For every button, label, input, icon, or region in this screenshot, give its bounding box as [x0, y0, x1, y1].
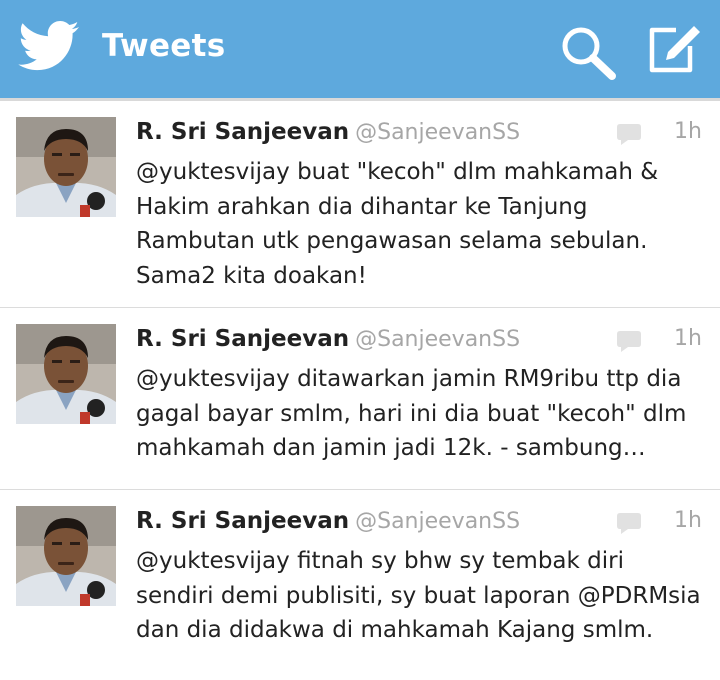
author-name[interactable]: R. Sri Sanjeevan — [136, 326, 349, 352]
tweet-timestamp: 1h — [674, 119, 702, 144]
author-handle[interactable]: @SanjeevanSS — [355, 509, 520, 534]
tweet-header: R. Sri Sanjeevan @SanjeevanSS 1h — [136, 326, 702, 360]
top-bar: Tweets — [0, 0, 720, 98]
author-handle[interactable]: @SanjeevanSS — [355, 327, 520, 352]
reply-icon[interactable] — [614, 330, 644, 354]
page-title: Tweets — [102, 28, 226, 64]
avatar[interactable] — [16, 117, 116, 217]
tweet-timestamp: 1h — [674, 508, 702, 533]
tweet-item[interactable]: R. Sri Sanjeevan @SanjeevanSS 1h @yuktesv… — [0, 308, 720, 490]
author-name[interactable]: R. Sri Sanjeevan — [136, 119, 349, 145]
tweet-item[interactable]: R. Sri Sanjeevan @SanjeevanSS 1h @yuktesv… — [0, 490, 720, 680]
tweet-item[interactable]: R. Sri Sanjeevan @SanjeevanSS 1h @yuktesv… — [0, 101, 720, 308]
search-icon[interactable] — [558, 24, 620, 80]
twitter-bird-icon — [18, 21, 79, 71]
avatar[interactable] — [16, 506, 116, 606]
tweet-header: R. Sri Sanjeevan @SanjeevanSS 1h — [136, 119, 702, 153]
reply-icon[interactable] — [614, 512, 644, 536]
tweet-text: @yuktesvijay ditawarkan jamin RM9ribu tt… — [136, 366, 687, 461]
tweet-text: @yuktesvijay fitnah sy bhw sy tembak dir… — [136, 548, 701, 643]
compose-icon[interactable] — [646, 24, 702, 74]
tweet-timeline: R. Sri Sanjeevan @SanjeevanSS 1h @yuktesv… — [0, 101, 720, 680]
tweet-text: @yuktesvijay buat "kecoh" dlm mahkamah &… — [136, 159, 659, 289]
tweet-header: R. Sri Sanjeevan @SanjeevanSS 1h — [136, 508, 702, 542]
reply-icon[interactable] — [614, 123, 644, 147]
author-handle[interactable]: @SanjeevanSS — [355, 120, 520, 145]
tweet-timestamp: 1h — [674, 326, 702, 351]
author-name[interactable]: R. Sri Sanjeevan — [136, 508, 349, 534]
avatar[interactable] — [16, 324, 116, 424]
